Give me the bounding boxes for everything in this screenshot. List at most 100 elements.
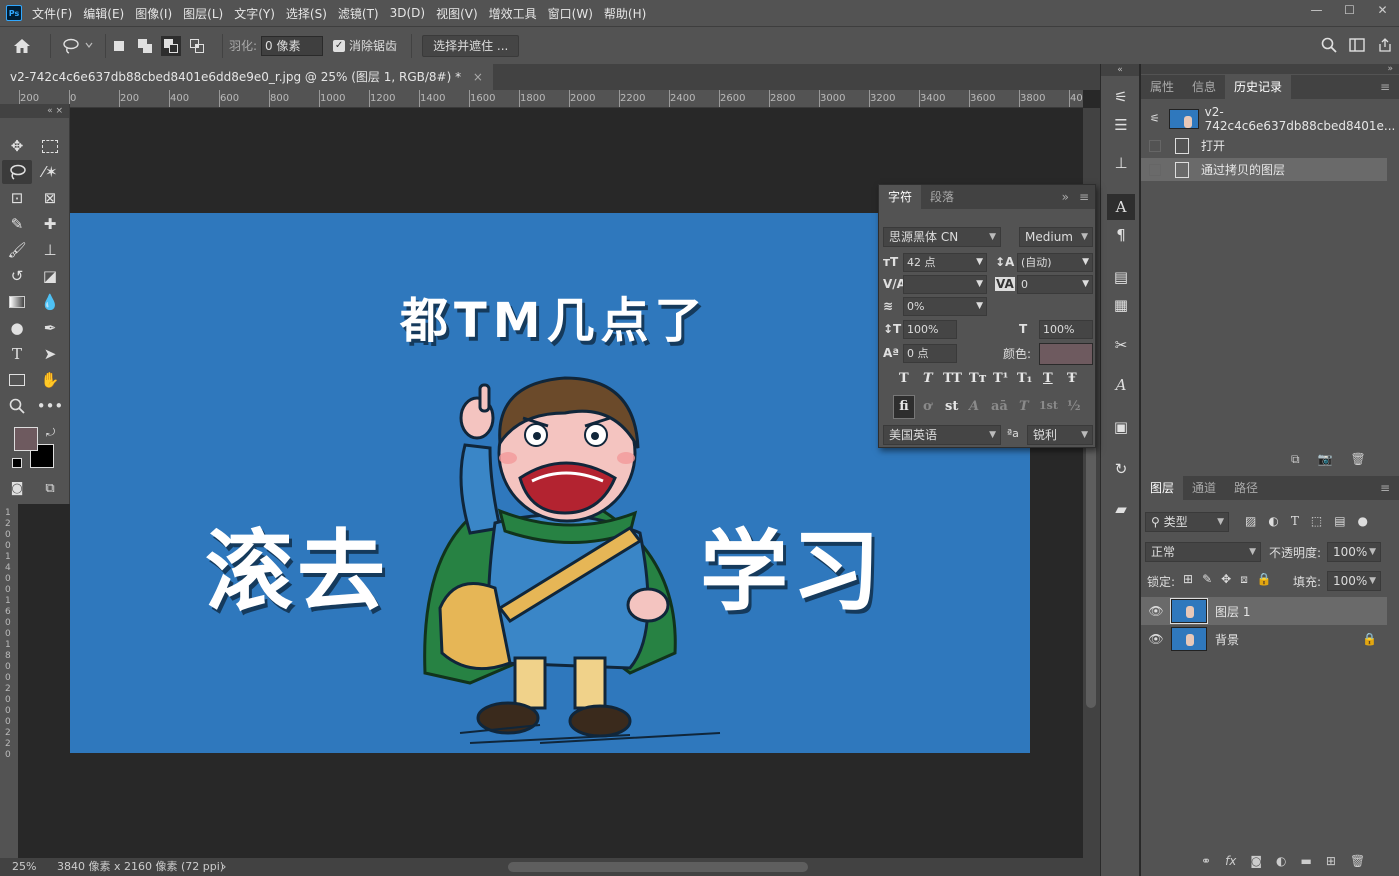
all-caps-button[interactable]: TT — [943, 371, 962, 386]
menu-layer[interactable]: 图层(L) — [183, 5, 223, 22]
rectangle-tool-icon[interactable] — [2, 368, 32, 392]
frame-tool-icon[interactable]: ⊠ — [35, 186, 65, 210]
healing-brush-tool-icon[interactable]: ✚ — [35, 212, 65, 236]
fill-input[interactable]: 100% ▼ — [1327, 571, 1381, 591]
old-style-button[interactable]: ơ — [923, 399, 932, 414]
layer-style-icon[interactable]: fx — [1225, 854, 1236, 868]
blend-mode-dropdown[interactable]: 正常 ▼ — [1145, 542, 1261, 562]
menu-file[interactable]: 文件(F) — [32, 5, 72, 22]
antialias-checkbox[interactable]: ✓ — [333, 39, 346, 52]
pen-tool-icon[interactable]: ✒ — [35, 316, 65, 340]
swatches-icon[interactable]: ▣ — [1107, 414, 1135, 440]
filter-toggle-icon[interactable]: ● — [1358, 514, 1368, 528]
workspace-icon[interactable] — [1343, 37, 1371, 55]
tab-properties[interactable]: 属性 — [1141, 75, 1183, 99]
history-brush-tool-icon[interactable]: ↺ — [2, 264, 32, 288]
filter-adjustment-icon[interactable]: ◐ — [1268, 514, 1278, 528]
gradient-tool-icon[interactable] — [2, 290, 32, 314]
layer-row-background[interactable]: 👁 背景 🔒 — [1141, 625, 1387, 653]
font-size-field[interactable]: 42 点 ▼ — [903, 253, 987, 272]
add-selection-icon[interactable] — [138, 38, 152, 53]
hand-tool-icon[interactable]: ✋ — [35, 368, 65, 392]
path-selection-tool-icon[interactable]: ➤ — [35, 342, 65, 366]
zoom-level[interactable]: 25% — [12, 858, 36, 876]
notes-icon[interactable]: ▦ — [1107, 292, 1135, 318]
dodge-tool-icon[interactable]: ● — [2, 316, 32, 340]
eraser-tool-icon[interactable]: ◪ — [35, 264, 65, 288]
feather-input[interactable]: 0 像素 — [261, 35, 324, 56]
dock-collapse-icon[interactable]: » — [1141, 64, 1399, 74]
move-tool-icon[interactable]: ✥ — [2, 134, 32, 158]
tsume-field[interactable]: 0% ▼ — [903, 297, 987, 316]
baseline-shift-field[interactable]: 0 点 — [903, 344, 957, 363]
libraries-icon[interactable]: ▰ — [1107, 496, 1135, 522]
tab-paths[interactable]: 路径 — [1225, 476, 1267, 500]
visibility-eye-icon[interactable]: 👁 — [1141, 632, 1171, 646]
char-collapse-icon[interactable]: » — [1058, 185, 1073, 209]
menu-select[interactable]: 选择(S) — [286, 5, 327, 22]
language-dropdown[interactable]: 美国英语 ▼ — [883, 425, 1001, 445]
horizontal-scale-field[interactable]: 100% — [1039, 320, 1093, 339]
paragraph-panel-icon[interactable]: ¶ — [1107, 222, 1135, 248]
marquee-tool-icon[interactable] — [35, 134, 65, 158]
foreground-color-swatch[interactable] — [14, 427, 38, 451]
lock-position-icon[interactable]: ✥ — [1221, 572, 1231, 587]
tab-channels[interactable]: 通道 — [1183, 476, 1225, 500]
clone-stamp-tool-icon[interactable]: ⊥ — [35, 238, 65, 262]
layer-row-layer-1[interactable]: 👁 图层 1 — [1141, 597, 1387, 625]
vertical-scale-field[interactable]: 100% — [903, 320, 957, 339]
quick-mask-icon[interactable]: ◙ — [2, 476, 32, 500]
brush-settings-icon[interactable]: ⚟ — [1107, 84, 1135, 110]
menu-filter[interactable]: 滤镜(T) — [338, 5, 379, 22]
more-tools-icon[interactable]: ••• — [35, 394, 65, 418]
underline-button[interactable]: T — [1043, 371, 1053, 386]
history-state-checkbox[interactable] — [1149, 139, 1161, 152]
adjust-sliders-icon[interactable]: ☰ — [1107, 112, 1135, 138]
new-group-icon[interactable]: ▬ — [1301, 854, 1312, 868]
discretionary-ligatures-button[interactable]: st — [945, 399, 958, 414]
menu-edit[interactable]: 编辑(E) — [83, 5, 124, 22]
filter-type-icon[interactable]: T — [1291, 514, 1299, 528]
subscript-button[interactable]: T₁ — [1017, 371, 1032, 386]
visibility-eye-icon[interactable]: 👁 — [1141, 604, 1171, 618]
select-and-mask-button[interactable]: 选择并遮住 ... — [422, 34, 520, 57]
share-icon[interactable] — [1371, 37, 1399, 55]
status-menu-arrow[interactable]: › — [222, 858, 226, 876]
delete-layer-icon[interactable]: 🗑 — [1350, 854, 1365, 868]
menu-window[interactable]: 窗口(W) — [548, 5, 593, 22]
font-family-dropdown[interactable]: 思源黑体 CN ▼ — [883, 227, 1001, 247]
close-tab-icon[interactable]: × — [473, 70, 483, 84]
ligatures-button[interactable]: fi — [893, 395, 915, 419]
faux-italic-button[interactable]: T — [923, 371, 933, 386]
history-item[interactable]: 打开 — [1141, 134, 1399, 157]
new-layer-icon[interactable]: ⊞ — [1326, 854, 1336, 868]
character-panel-icon[interactable]: A — [1107, 194, 1135, 220]
history-item-selected[interactable]: 通过拷贝的图层 — [1141, 158, 1387, 181]
magic-wand-tool-icon[interactable]: ⁄✶ — [35, 160, 65, 184]
menu-help[interactable]: 帮助(H) — [604, 5, 646, 22]
horizontal-scrollbar[interactable] — [508, 862, 808, 872]
delete-state-icon[interactable]: 🗑 — [1351, 452, 1366, 467]
add-mask-icon[interactable]: ◙ — [1250, 854, 1262, 868]
text-color-swatch[interactable] — [1039, 343, 1093, 365]
menu-image[interactable]: 图像(I) — [135, 5, 172, 22]
strikethrough-button[interactable]: Ŧ — [1067, 371, 1077, 386]
history-brush-source-icon[interactable]: ⚟ — [1141, 112, 1169, 125]
history-menu-icon[interactable]: ≡ — [1371, 75, 1399, 99]
document-tab[interactable]: v2-742c4c6e637db88cbed8401e6dd8e9e0_r.jp… — [0, 64, 493, 90]
character-styles-icon[interactable]: A — [1107, 372, 1135, 398]
leading-field[interactable]: (自动) ▼ — [1017, 253, 1093, 272]
filter-smart-object-icon[interactable]: ▤ — [1334, 514, 1345, 528]
layer-filter-dropdown[interactable]: ⚲ 类型 ▼ — [1145, 512, 1229, 532]
history-snapshot[interactable]: ⚟ v2-742c4c6e637db88cbed8401e... — [1141, 105, 1399, 133]
filter-shape-icon[interactable]: ⬚ — [1311, 514, 1322, 528]
camera-snapshot-icon[interactable]: 📷 — [1318, 452, 1333, 467]
eyedropper-tool-icon[interactable]: ✎ — [2, 212, 32, 236]
menu-view[interactable]: 视图(V) — [436, 5, 478, 22]
lock-artboard-icon[interactable]: ⧈ — [1240, 572, 1248, 587]
history-icon[interactable]: ↻ — [1107, 456, 1135, 482]
swash-button[interactable]: A — [969, 399, 979, 414]
lock-all-icon[interactable]: 🔒 — [1257, 572, 1272, 587]
blur-tool-icon[interactable]: 💧 — [35, 290, 65, 314]
minimize-button[interactable]: — — [1300, 0, 1333, 26]
